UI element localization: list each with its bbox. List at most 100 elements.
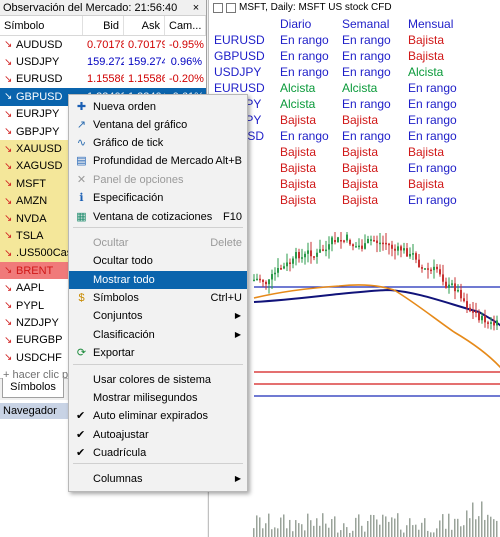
trend-arrow-icon: ↘	[4, 300, 13, 312]
trend-grid-symbol: GBPUSD	[214, 49, 265, 63]
volume-bar	[334, 516, 336, 537]
volume-bar	[382, 514, 384, 537]
chart-menu-icon[interactable]	[213, 3, 223, 13]
candle-body	[268, 279, 270, 285]
candle-body	[349, 240, 351, 245]
symbol-row[interactable]: ↘ AUDUSD 0.70178 0.70179 -0.95%	[0, 36, 206, 53]
volume-bar	[490, 516, 492, 537]
trend-arrow-icon: ↘	[4, 178, 13, 190]
volume-bar	[280, 517, 282, 537]
volume-bar	[433, 532, 435, 537]
candle-body	[436, 266, 438, 270]
menu-separator	[73, 364, 243, 365]
menu-item-cuadricula[interactable]: ✔ Cuadrícula	[69, 444, 247, 462]
trend-grid-value: Bajista	[408, 49, 445, 63]
volume-bar	[355, 517, 357, 537]
plus-icon: ✚	[76, 101, 87, 113]
menu-item-clasificacion[interactable]: Clasificación ▶	[69, 326, 247, 344]
trend-grid-header-cell	[214, 16, 280, 32]
trend-arrow-icon: ↘	[4, 213, 13, 225]
menu-item-profundidad-de-mercado[interactable]: ▤ Profundidad de Mercado Alt+B	[69, 152, 247, 170]
volume-bar	[253, 528, 255, 537]
menu-item-grafico-de-tick[interactable]: ∿ Gráfico de tick	[69, 134, 247, 152]
trend-arrow-icon: ↘	[4, 39, 13, 51]
volume-bar	[286, 528, 288, 537]
menu-item-auto-eliminar-expirados[interactable]: ✔ Auto eliminar expirados	[69, 407, 247, 425]
candle-body	[337, 237, 339, 243]
chart-window[interactable]: MSFT, Daily: MSFT US stock CFD Diario Sem…	[208, 0, 500, 537]
menu-item-especificacion[interactable]: ℹ Especificación	[69, 189, 247, 207]
trend-grid-value: En rango	[408, 161, 457, 175]
candle-body	[295, 252, 297, 259]
candle-body	[352, 244, 354, 247]
candle-body	[403, 248, 405, 251]
volume-bar	[331, 519, 333, 537]
trend-grid-value: Bajista	[342, 161, 379, 175]
menu-item-ventana-de-cotizaciones[interactable]: ▦ Ventana de cotizaciones F10	[69, 208, 247, 226]
menu-item-usar-colores-de-sistema[interactable]: Usar colores de sistema	[69, 371, 247, 389]
trend-grid-value: En rango	[342, 33, 391, 47]
close-icon[interactable]: ×	[189, 0, 203, 16]
context-menu: ✚ Nueva orden ↗ Ventana del gráfico ∿ Gráfico…	[68, 94, 248, 492]
volume-bar	[385, 516, 387, 537]
volume-bar	[421, 522, 423, 537]
symbol-cell: ↘ USDJPY	[0, 56, 83, 68]
candle-body	[472, 311, 474, 313]
menu-item-nueva-orden[interactable]: ✚ Nueva orden	[69, 98, 247, 116]
trend-arrow-icon: ↘	[4, 247, 13, 259]
column-header-change[interactable]: Cam...	[165, 16, 206, 35]
candle-body	[340, 240, 342, 242]
menu-item-label: Profundidad de Mercado	[93, 155, 214, 167]
trend-grid-row: USDJPY En rango En rango Alcista	[214, 64, 500, 80]
menu-item-label: Autoajustar	[93, 429, 149, 441]
menu-item-exportar[interactable]: ⟳ Exportar	[69, 344, 247, 362]
candle-body	[388, 243, 390, 246]
candle-body	[286, 262, 288, 267]
symbol-row[interactable]: ↘ EURUSD 1.15586 1.15586 -0.20%	[0, 71, 206, 88]
menu-item-ocultar-todo[interactable]: Ocultar todo	[69, 252, 247, 270]
volume-bar	[265, 523, 267, 537]
trend-arrow-icon: ↘	[4, 126, 13, 138]
candle-body	[433, 266, 435, 271]
candle-body	[253, 279, 255, 282]
candle-body	[385, 242, 387, 245]
checkmark-icon: ✔	[76, 410, 86, 422]
menu-item-label: Mostrar milisegundos	[93, 392, 198, 404]
trend-arrow-icon: ↘	[4, 108, 13, 120]
chart-restore-icon[interactable]	[226, 3, 236, 13]
menu-item-mostrar-todo[interactable]: Mostrar todo	[69, 271, 247, 289]
candle-body	[496, 320, 498, 326]
menu-item-mostrar-milisegundos[interactable]: Mostrar milisegundos	[69, 389, 247, 407]
volume-bar	[424, 518, 426, 537]
menu-item-columnas[interactable]: Columnas ▶	[69, 470, 247, 488]
volume-bar	[310, 520, 312, 537]
candle-body	[283, 266, 285, 269]
trend-grid-value: Bajista	[342, 177, 379, 191]
symbol-name: USDJPY	[16, 56, 60, 69]
column-header-bid[interactable]: Bid	[83, 16, 124, 35]
menu-item-simbolos[interactable]: $ Símbolos Ctrl+U	[69, 289, 247, 307]
volume-bar	[349, 532, 351, 537]
menu-item-label: Conjuntos	[93, 310, 143, 322]
column-header-ask[interactable]: Ask	[124, 16, 165, 35]
candle-body	[316, 252, 318, 257]
candle-body	[475, 311, 477, 313]
candle-body	[493, 322, 495, 326]
menu-item-conjuntos[interactable]: Conjuntos ▶	[69, 307, 247, 325]
menu-item-autoajustar[interactable]: ✔ Autoajustar	[69, 426, 247, 444]
candle-body	[304, 253, 306, 258]
candle-body	[313, 256, 315, 258]
candle-body	[490, 322, 492, 324]
symbol-name: AUDUSD	[16, 38, 63, 51]
volume-bar	[274, 527, 276, 537]
volume-bar	[415, 524, 417, 537]
symbol-row[interactable]: ↘ USDJPY 159.272 159.274 0.96%	[0, 53, 206, 70]
volume-bar	[460, 526, 462, 537]
volume-bar	[463, 525, 465, 537]
trend-arrow-icon: ↘	[4, 317, 13, 329]
column-header-symbol[interactable]: Símbolo	[0, 16, 83, 35]
tab-symbols[interactable]: Símbolos	[2, 378, 64, 398]
menu-item-ventana-del-grafico[interactable]: ↗ Ventana del gráfico	[69, 116, 247, 134]
volume-bar	[412, 525, 414, 537]
volume-bar	[316, 518, 318, 537]
